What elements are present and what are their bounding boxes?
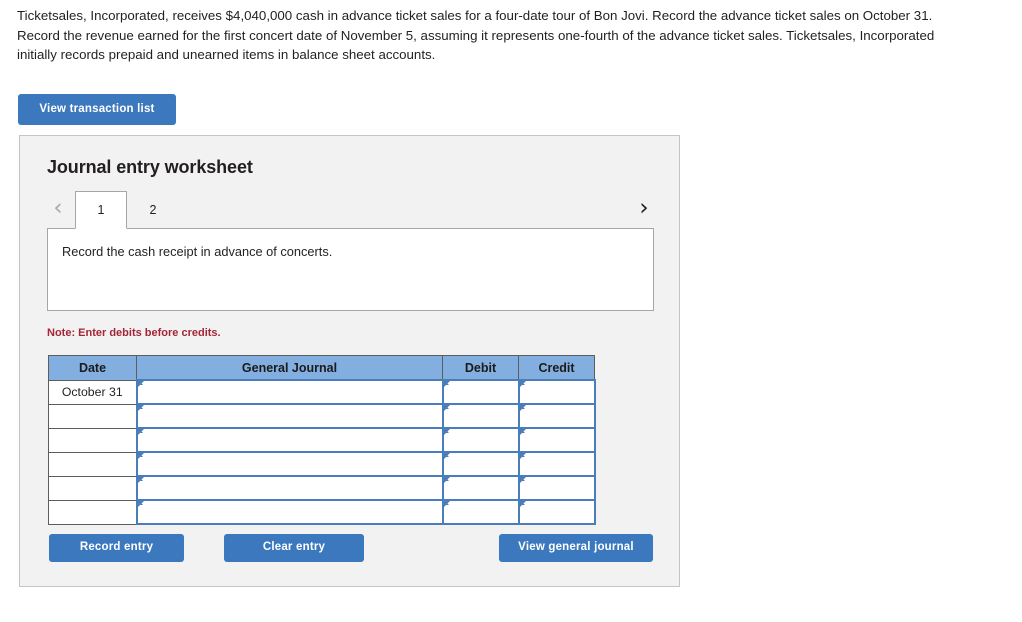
- worksheet-title: Journal entry worksheet: [47, 157, 253, 177]
- view-general-journal-label: View general journal: [518, 541, 634, 554]
- journal-entry-table: Date General Journal Debit Credit Octobe…: [48, 355, 596, 525]
- table-row: October 31: [48, 379, 596, 405]
- worksheet-tab-2-label: 2: [149, 203, 157, 217]
- view-transaction-list-button[interactable]: View transaction list: [18, 94, 176, 125]
- credit-cell-row-4[interactable]: [517, 451, 596, 477]
- account-cell-row-1[interactable]: [135, 379, 444, 405]
- debit-cell-row-1[interactable]: [441, 379, 520, 405]
- view-general-journal-button[interactable]: View general journal: [499, 534, 653, 562]
- debit-cell-row-3[interactable]: [441, 427, 520, 453]
- table-row: [48, 499, 596, 525]
- credit-cell-row-2[interactable]: [517, 403, 596, 429]
- worksheet-tabstrip: ‹ 1 2 ›: [47, 191, 655, 229]
- chevron-left-icon[interactable]: ‹: [47, 193, 69, 223]
- clear-entry-label: Clear entry: [262, 541, 326, 554]
- debit-cell-row-4[interactable]: [441, 451, 520, 477]
- entry-description-box: Record the cash receipt in advance of co…: [47, 228, 654, 311]
- credit-cell-row-5[interactable]: [517, 475, 596, 501]
- journal-table-header-row: Date General Journal Debit Credit: [48, 355, 595, 381]
- debit-cell-row-6[interactable]: [441, 499, 520, 525]
- entry-description-text: Record the cash receipt in advance of co…: [62, 244, 333, 259]
- credit-cell-row-3[interactable]: [517, 427, 596, 453]
- problem-statement: Ticketsales, Incorporated, receives $4,0…: [17, 8, 935, 62]
- column-header-date: Date: [48, 355, 137, 381]
- record-entry-button[interactable]: Record entry: [49, 534, 184, 562]
- account-cell-row-2[interactable]: [135, 403, 444, 429]
- debits-before-credits-note: Note: Enter debits before credits.: [47, 327, 221, 339]
- date-cell-row-3[interactable]: [48, 427, 137, 453]
- clear-entry-button[interactable]: Clear entry: [224, 534, 364, 562]
- date-cell-row-2[interactable]: [48, 403, 137, 429]
- credit-cell-row-1[interactable]: [517, 379, 596, 405]
- column-header-credit: Credit: [518, 355, 595, 381]
- date-cell-row-4[interactable]: [48, 451, 137, 477]
- worksheet-tab-1-label: 1: [97, 203, 105, 217]
- date-cell-row-1[interactable]: October 31: [48, 379, 137, 405]
- table-row: [48, 475, 596, 501]
- date-cell-row-5[interactable]: [48, 475, 137, 501]
- worksheet-tab-2[interactable]: 2: [127, 191, 179, 229]
- date-cell-row-6[interactable]: [48, 499, 137, 525]
- table-row: [48, 451, 596, 477]
- account-cell-row-3[interactable]: [135, 427, 444, 453]
- credit-cell-row-6[interactable]: [517, 499, 596, 525]
- column-header-general-journal: General Journal: [136, 355, 443, 381]
- debit-cell-row-2[interactable]: [441, 403, 520, 429]
- view-transaction-list-label: View transaction list: [39, 102, 155, 115]
- worksheet-tab-1[interactable]: 1: [75, 191, 127, 229]
- table-row: [48, 427, 596, 453]
- chevron-right-icon[interactable]: ›: [633, 193, 655, 223]
- account-cell-row-6[interactable]: [135, 499, 444, 525]
- account-cell-row-5[interactable]: [135, 475, 444, 501]
- journal-entry-worksheet-panel: Journal entry worksheet ‹ 1 2 › Record t…: [19, 135, 680, 587]
- column-header-debit: Debit: [442, 355, 519, 381]
- debit-cell-row-5[interactable]: [441, 475, 520, 501]
- record-entry-label: Record entry: [79, 541, 154, 554]
- account-cell-row-4[interactable]: [135, 451, 444, 477]
- table-row: [48, 403, 596, 429]
